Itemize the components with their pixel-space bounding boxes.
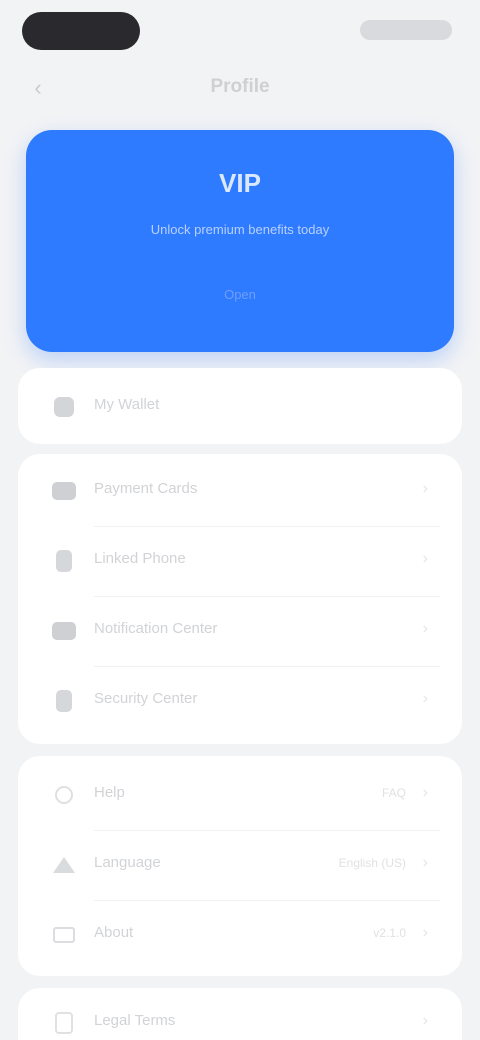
status-bar [0, 0, 480, 60]
list-item-label: Legal Terms [94, 1012, 176, 1029]
list-item-security[interactable]: Security Center › [18, 666, 462, 736]
wallet-card: My Wallet [18, 368, 462, 444]
legal-card: Legal Terms › [18, 988, 462, 1040]
header: ‹ Profile [0, 62, 480, 112]
list-item-language[interactable]: Language English (US) › [18, 830, 462, 900]
help-icon [52, 783, 76, 807]
list-item-help[interactable]: Help FAQ › [18, 760, 462, 830]
banner-title: VIP [219, 168, 261, 198]
list-item-wallet[interactable]: My Wallet [18, 372, 462, 442]
list-item-label: Language [94, 854, 161, 871]
list-item-notifications[interactable]: Notification Center › [18, 596, 462, 666]
profile-screen: ‹ Profile VIP Unlock premium benefits to… [0, 0, 480, 1040]
list-item-value: FAQ [381, 786, 406, 800]
chevron-right-icon: › [422, 620, 428, 637]
chevron-right-icon: › [422, 480, 428, 497]
language-icon [52, 853, 76, 877]
account-card: Payment Cards › Linked Phone › Notificat… [18, 454, 462, 744]
status-indicators [360, 20, 452, 40]
list-item-value: English (US) [338, 856, 406, 870]
banner-subtitle: Unlock premium benefits today [150, 222, 330, 237]
list-item-label: About [94, 924, 134, 941]
settings-card: Help FAQ › Language English (US) › About… [18, 756, 462, 976]
list-item-label: Payment Cards [94, 480, 198, 497]
banner-action-button[interactable]: Open [198, 282, 282, 308]
list-item-label: Security Center [94, 690, 198, 707]
device-icon [52, 689, 76, 713]
list-item-about[interactable]: About v2.1.0 › [18, 900, 462, 970]
chevron-right-icon: › [422, 924, 428, 941]
list-item-label: My Wallet [94, 396, 160, 413]
chevron-left-icon[interactable]: ‹ [24, 74, 52, 102]
list-item-label: Help [94, 784, 125, 801]
page-title: Profile [210, 76, 270, 97]
about-icon [52, 923, 76, 947]
chevron-right-icon: › [422, 690, 428, 707]
list-item-label: Notification Center [94, 620, 218, 637]
chevron-right-icon: › [422, 784, 428, 801]
list-item-value: v2.1.0 [373, 926, 406, 940]
phone-icon [52, 549, 76, 573]
list-item-legal[interactable]: Legal Terms › [18, 988, 462, 1040]
dynamic-island [22, 12, 140, 50]
message-icon [52, 619, 76, 643]
chevron-right-icon: › [422, 1012, 428, 1029]
document-icon [52, 1011, 76, 1035]
chevron-right-icon: › [422, 550, 428, 567]
wallet-icon [52, 395, 76, 419]
vip-banner[interactable] [26, 130, 454, 352]
list-item-label: Linked Phone [94, 550, 186, 567]
card-icon [52, 479, 76, 503]
chevron-right-icon: › [422, 854, 428, 871]
list-item-payment-cards[interactable]: Payment Cards › [18, 456, 462, 526]
list-item-linked-phone[interactable]: Linked Phone › [18, 526, 462, 596]
